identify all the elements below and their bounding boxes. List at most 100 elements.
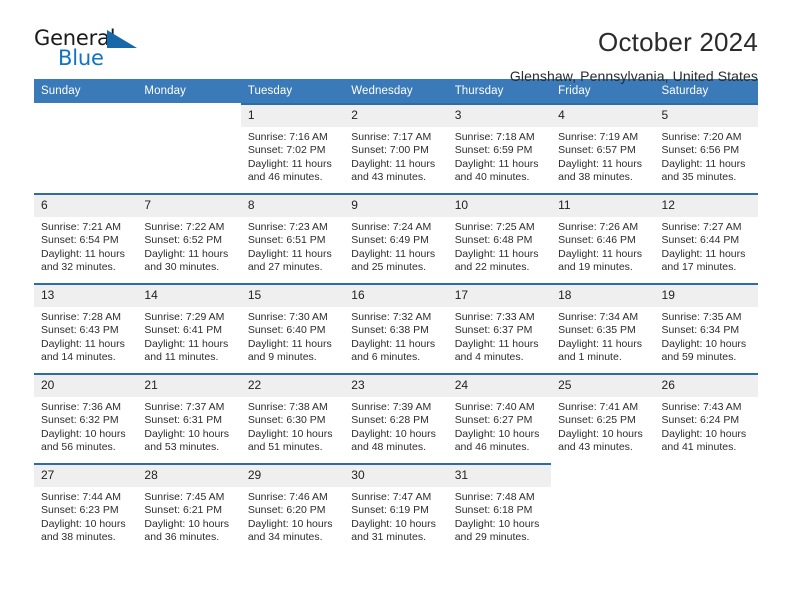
- weekday-header-wednesday: Wednesday: [344, 79, 448, 103]
- calendar-cell-day[interactable]: 1 Sunrise: 7:16 AM Sunset: 7:02 PM Daylight…: [240, 103, 345, 193]
- daylight-duration-line1: Daylight: 10 hours: [41, 427, 126, 440]
- day-sun-info: Sunrise: 7:21 AM Sunset: 6:54 PM Daylight:…: [34, 217, 137, 275]
- day-sun-info: Sunrise: 7:19 AM Sunset: 6:57 PM Daylight:…: [551, 127, 654, 185]
- calendar-cell-day[interactable]: 2 Sunrise: 7:17 AM Sunset: 7:00 PM Daylight…: [344, 103, 448, 193]
- sunrise-time: Sunrise: 7:29 AM: [144, 310, 225, 323]
- calendar-cell-day[interactable]: 6 Sunrise: 7:21 AM Sunset: 6:54 PM Daylight…: [34, 193, 138, 283]
- day-cell: 3 Sunrise: 7:18 AM Sunset: 6:59 PM Daylight…: [447, 103, 552, 193]
- sunrise-time: Sunrise: 7:17 AM: [351, 130, 432, 143]
- calendar-cell-day[interactable]: 25 Sunrise: 7:41 AM Sunset: 6:25 PM Dayligh…: [551, 373, 655, 463]
- sunset-time: Sunset: 6:51 PM: [247, 234, 326, 247]
- calendar-cell-day[interactable]: 10 Sunrise: 7:25 AM Sunset: 6:48 PM Dayligh…: [447, 193, 552, 283]
- sunset-time: Sunset: 7:00 PM: [351, 144, 429, 157]
- calendar-cell-day[interactable]: 23 Sunrise: 7:39 AM Sunset: 6:28 PM Dayligh…: [344, 373, 448, 463]
- calendar-cell-day[interactable]: 18 Sunrise: 7:34 AM Sunset: 6:35 PM Dayligh…: [551, 283, 655, 373]
- sunrise-time: Sunrise: 7:19 AM: [558, 130, 639, 143]
- calendar-cell-day[interactable]: 5 Sunrise: 7:20 AM Sunset: 6:56 PM Daylight…: [654, 103, 758, 193]
- daylight-duration-line2: and 48 minutes.: [351, 441, 426, 454]
- calendar-cell-empty: [551, 463, 654, 553]
- sunset-time: Sunset: 6:52 PM: [144, 234, 223, 247]
- calendar-cell-day[interactable]: 17 Sunrise: 7:33 AM Sunset: 6:37 PM Dayligh…: [447, 283, 552, 373]
- day-sun-info: Sunrise: 7:29 AM Sunset: 6:41 PM Daylight:…: [137, 307, 240, 365]
- day-sun-info: Sunrise: 7:23 AM Sunset: 6:51 PM Daylight:…: [241, 217, 344, 275]
- sunrise-time: Sunrise: 7:41 AM: [558, 400, 639, 413]
- day-number: 10: [447, 195, 552, 217]
- sunset-time: Sunset: 6:46 PM: [558, 234, 636, 247]
- calendar-cell-day[interactable]: 21 Sunrise: 7:37 AM Sunset: 6:31 PM Dayligh…: [137, 373, 241, 463]
- daylight-duration-line2: and 19 minutes.: [558, 261, 633, 274]
- sunset-time: Sunset: 6:37 PM: [454, 324, 533, 337]
- sunrise-time: Sunrise: 7:44 AM: [41, 490, 121, 503]
- day-cell: 9 Sunrise: 7:24 AM Sunset: 6:49 PM Daylight…: [344, 193, 448, 283]
- day-number: 29: [240, 465, 345, 487]
- daylight-duration-line2: and 36 minutes.: [144, 531, 220, 544]
- calendar-cell-day[interactable]: 31 Sunrise: 7:48 AM Sunset: 6:18 PM Dayligh…: [447, 463, 552, 553]
- day-number: 4: [551, 105, 655, 127]
- day-sun-info: Sunrise: 7:24 AM Sunset: 6:49 PM Daylight:…: [344, 217, 447, 275]
- calendar-cell-day[interactable]: 19 Sunrise: 7:35 AM Sunset: 6:34 PM Dayligh…: [654, 283, 758, 373]
- sunset-time: Sunset: 6:54 PM: [41, 234, 119, 247]
- calendar-cell-day[interactable]: 30 Sunrise: 7:47 AM Sunset: 6:19 PM Dayligh…: [344, 463, 448, 553]
- calendar-cell-day[interactable]: 27 Sunrise: 7:44 AM Sunset: 6:23 PM Dayligh…: [34, 463, 138, 553]
- calendar-cell-day[interactable]: 14 Sunrise: 7:29 AM Sunset: 6:41 PM Dayligh…: [137, 283, 241, 373]
- daylight-duration-line2: and 38 minutes.: [558, 171, 633, 184]
- day-cell: 4 Sunrise: 7:19 AM Sunset: 6:57 PM Daylight…: [551, 103, 655, 193]
- sunrise-time: Sunrise: 7:20 AM: [661, 130, 742, 143]
- location-subtitle: Glenshaw, Pennsylvania, United States: [509, 67, 758, 84]
- sunrise-time: Sunrise: 7:16 AM: [247, 130, 328, 143]
- daylight-duration-line1: Daylight: 11 hours: [247, 157, 332, 170]
- day-sun-info: Sunrise: 7:48 AM Sunset: 6:18 PM Daylight:…: [448, 487, 551, 545]
- calendar-body: 1 Sunrise: 7:16 AM Sunset: 7:02 PM Daylight…: [34, 103, 758, 553]
- day-sun-info: Sunrise: 7:32 AM Sunset: 6:38 PM Daylight:…: [344, 307, 447, 365]
- daylight-duration-line1: Daylight: 10 hours: [558, 427, 643, 440]
- calendar-cell-day[interactable]: 22 Sunrise: 7:38 AM Sunset: 6:30 PM Dayligh…: [240, 373, 345, 463]
- daylight-duration-line2: and 59 minutes.: [661, 351, 737, 364]
- day-number: 14: [137, 285, 241, 307]
- calendar-cell-day[interactable]: 13 Sunrise: 7:28 AM Sunset: 6:43 PM Dayligh…: [34, 283, 138, 373]
- calendar-cell-day[interactable]: 9 Sunrise: 7:24 AM Sunset: 6:49 PM Daylight…: [344, 193, 448, 283]
- day-cell: 19 Sunrise: 7:35 AM Sunset: 6:34 PM Dayligh…: [654, 283, 758, 373]
- day-number: 15: [240, 285, 345, 307]
- daylight-duration-line2: and 46 minutes.: [454, 441, 530, 454]
- daylight-duration-line1: Daylight: 10 hours: [144, 517, 230, 530]
- calendar-cell-day[interactable]: 11 Sunrise: 7:26 AM Sunset: 6:46 PM Dayligh…: [551, 193, 655, 283]
- day-cell: 2 Sunrise: 7:17 AM Sunset: 7:00 PM Daylight…: [344, 103, 448, 193]
- daylight-duration-line2: and 29 minutes.: [454, 531, 530, 544]
- day-sun-info: Sunrise: 7:46 AM Sunset: 6:20 PM Daylight:…: [241, 487, 344, 545]
- daylight-duration-line1: Daylight: 10 hours: [661, 427, 747, 440]
- calendar-cell-day[interactable]: 15 Sunrise: 7:30 AM Sunset: 6:40 PM Dayligh…: [240, 283, 345, 373]
- weekday-header-tuesday: Tuesday: [240, 79, 345, 103]
- day-cell: 5 Sunrise: 7:20 AM Sunset: 6:56 PM Daylight…: [654, 103, 758, 193]
- calendar-cell-day[interactable]: 24 Sunrise: 7:40 AM Sunset: 6:27 PM Dayligh…: [447, 373, 552, 463]
- day-cell: 17 Sunrise: 7:33 AM Sunset: 6:37 PM Dayligh…: [447, 283, 552, 373]
- day-number: 9: [344, 195, 448, 217]
- sunset-time: Sunset: 6:31 PM: [144, 414, 223, 427]
- calendar-cell-day[interactable]: 7 Sunrise: 7:22 AM Sunset: 6:52 PM Daylight…: [137, 193, 241, 283]
- day-number: 7: [137, 195, 241, 217]
- daylight-duration-line2: and 1 minute.: [558, 351, 622, 364]
- calendar-cell-day[interactable]: 29 Sunrise: 7:46 AM Sunset: 6:20 PM Dayligh…: [240, 463, 345, 553]
- calendar-cell-day[interactable]: 12 Sunrise: 7:27 AM Sunset: 6:44 PM Dayligh…: [654, 193, 758, 283]
- daylight-duration-line1: Daylight: 11 hours: [558, 337, 642, 350]
- calendar-cell-day[interactable]: 16 Sunrise: 7:32 AM Sunset: 6:38 PM Dayligh…: [344, 283, 448, 373]
- calendar-cell-day[interactable]: 26 Sunrise: 7:43 AM Sunset: 6:24 PM Dayligh…: [654, 373, 758, 463]
- day-sun-info: Sunrise: 7:20 AM Sunset: 6:56 PM Daylight:…: [655, 127, 758, 185]
- calendar-cell-day[interactable]: 28 Sunrise: 7:45 AM Sunset: 6:21 PM Dayligh…: [137, 463, 241, 553]
- sunrise-time: Sunrise: 7:45 AM: [144, 490, 225, 503]
- sunset-time: Sunset: 6:30 PM: [247, 414, 326, 427]
- general-blue-logo[interactable]: General Blue: [34, 26, 154, 78]
- calendar-cell-day[interactable]: 3 Sunrise: 7:18 AM Sunset: 6:59 PM Daylight…: [447, 103, 552, 193]
- sunset-time: Sunset: 6:34 PM: [661, 324, 740, 337]
- day-cell: 1 Sunrise: 7:16 AM Sunset: 7:02 PM Daylight…: [240, 103, 345, 193]
- calendar-cell-day[interactable]: 4 Sunrise: 7:19 AM Sunset: 6:57 PM Daylight…: [551, 103, 655, 193]
- daylight-duration-line2: and 40 minutes.: [454, 171, 530, 184]
- sunset-time: Sunset: 6:35 PM: [558, 324, 636, 337]
- sunset-time: Sunset: 6:23 PM: [41, 504, 119, 517]
- sunrise-time: Sunrise: 7:33 AM: [454, 310, 535, 323]
- page-title: October 2024: [598, 27, 758, 57]
- day-number: 22: [240, 375, 345, 397]
- sunset-time: Sunset: 6:44 PM: [661, 234, 740, 247]
- daylight-duration-line1: Daylight: 11 hours: [247, 337, 332, 350]
- calendar-cell-day[interactable]: 8 Sunrise: 7:23 AM Sunset: 6:51 PM Daylight…: [240, 193, 345, 283]
- calendar-cell-day[interactable]: 20 Sunrise: 7:36 AM Sunset: 6:32 PM Dayligh…: [34, 373, 138, 463]
